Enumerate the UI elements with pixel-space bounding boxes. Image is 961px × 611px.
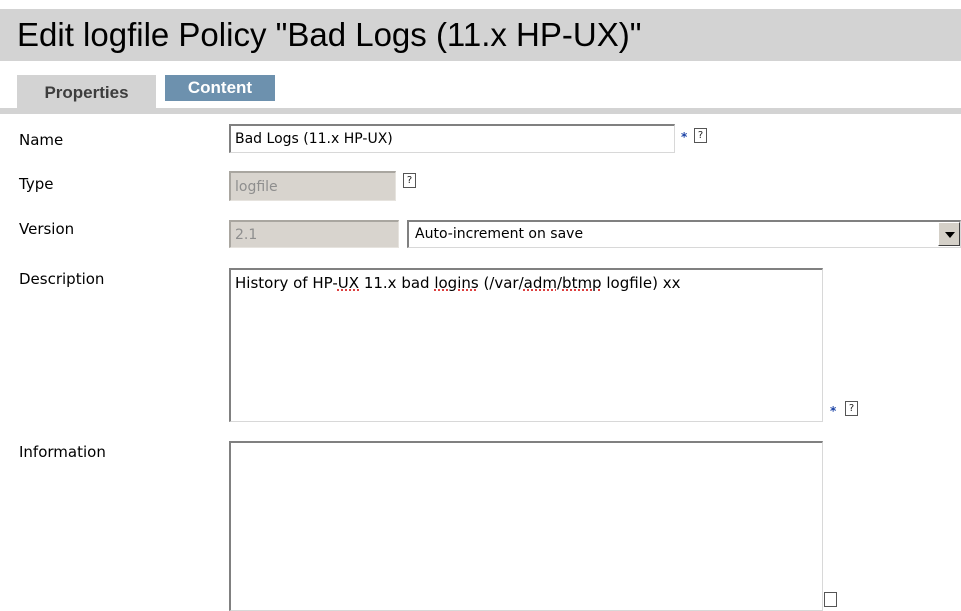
description-text-part: logins <box>434 274 479 292</box>
tab-content[interactable]: Content <box>165 75 275 101</box>
chevron-down-icon[interactable] <box>938 222 960 246</box>
help-icon[interactable] <box>824 592 837 607</box>
version-increment-select[interactable]: Auto-increment on save <box>407 220 961 248</box>
description-text-part: (/var/ <box>478 274 524 292</box>
version-increment-value: Auto-increment on save <box>415 226 584 242</box>
description-text-part: UX <box>337 274 360 292</box>
tab-strip: Properties Content <box>0 62 961 114</box>
information-textarea[interactable] <box>229 441 823 611</box>
help-icon[interactable]: ? <box>694 128 707 143</box>
required-marker: * <box>681 130 688 144</box>
description-label: Description <box>19 270 105 288</box>
required-marker: * <box>830 404 837 418</box>
description-textarea[interactable]: History of HP-UX 11.x bad logins (/var/a… <box>229 268 823 422</box>
type-label: Type <box>19 175 54 193</box>
description-text-part: btmp <box>562 274 602 292</box>
name-field[interactable] <box>229 124 675 153</box>
title-bar: Edit logfile Policy "Bad Logs (11.x HP-U… <box>0 0 961 62</box>
information-label: Information <box>19 443 106 461</box>
version-label: Version <box>19 220 75 238</box>
help-icon[interactable]: ? <box>845 401 858 416</box>
help-icon[interactable]: ? <box>403 173 416 188</box>
tab-properties[interactable]: Properties <box>17 75 156 110</box>
name-label: Name <box>19 131 64 149</box>
description-text-part: adm <box>523 274 557 292</box>
version-field <box>229 220 399 248</box>
description-text-part: History of HP- <box>235 274 338 292</box>
type-field <box>229 171 396 201</box>
description-text-part: logfile) xx <box>601 274 681 292</box>
description-text-part: 11.x bad <box>359 274 435 292</box>
page-title: Edit logfile Policy "Bad Logs (11.x HP-U… <box>17 16 642 53</box>
